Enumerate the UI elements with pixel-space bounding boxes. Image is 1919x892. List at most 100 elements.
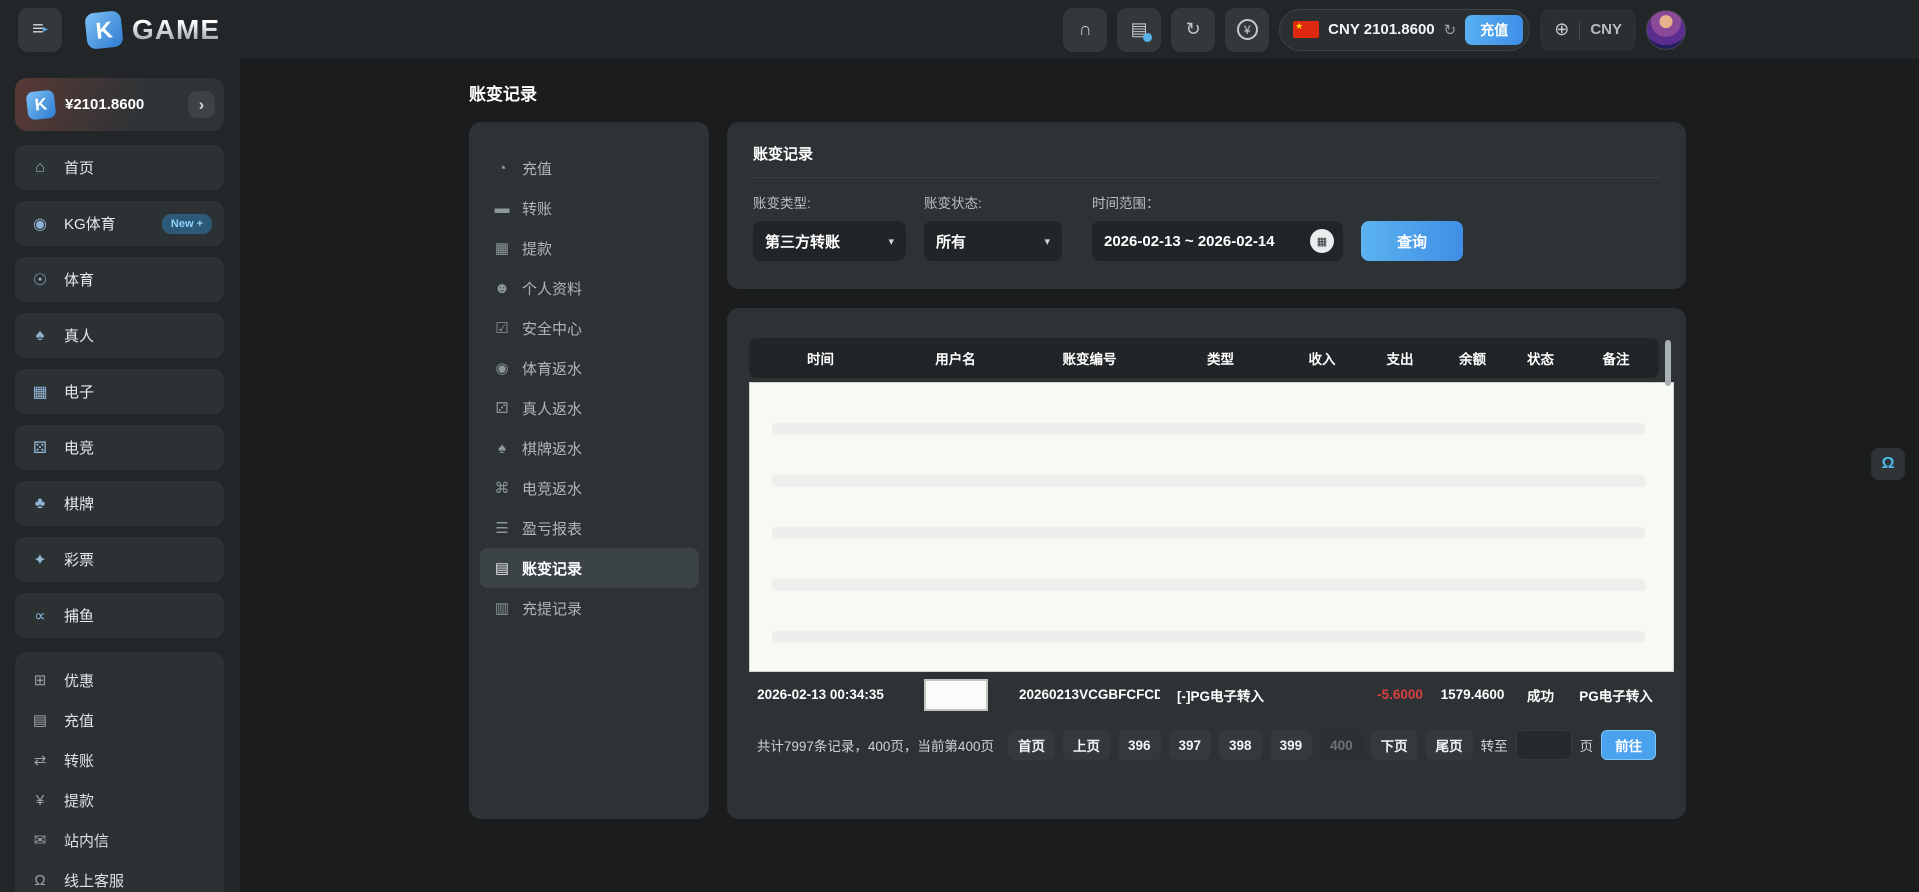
- submenu-item-sports-rebate[interactable]: ◉体育返水: [493, 348, 699, 388]
- table-header-row: 时间用户名账变编号类型收入支出余额状态备注: [749, 338, 1659, 378]
- divider: [753, 177, 1660, 178]
- scrollbar-thumb[interactable]: [1665, 340, 1671, 386]
- next-page-button[interactable]: 下页: [1371, 730, 1418, 760]
- balance-refresh-icon[interactable]: ↻: [1444, 21, 1457, 39]
- sidebar-item-label: 真人: [64, 325, 94, 346]
- sidebar-item-fishing[interactable]: ∝捕鱼: [15, 593, 224, 638]
- menu-toggle-button[interactable]: ≡ ▸: [18, 8, 62, 52]
- submenu-item-chess-rebate[interactable]: ♠棋牌返水: [493, 428, 699, 468]
- topbar-icon-group: ∩▤↻¥: [1063, 8, 1269, 52]
- panel-title: 账变记录: [753, 143, 1660, 164]
- currency-code-label: CNY: [1590, 21, 1622, 38]
- submenu-item-account-records[interactable]: ▤账变记录: [480, 548, 699, 588]
- table-row[interactable]: 2026-02-13 00:34:3520260213VCGBFCFCDH[-]…: [749, 672, 1664, 717]
- sidebar-item-label: 电竞: [64, 437, 94, 458]
- language-currency-selector[interactable]: ⊕ CNY: [1540, 9, 1636, 51]
- submenu-item-withdraw[interactable]: ▦提款: [493, 228, 699, 268]
- submenu-item-esports-rebate[interactable]: ⌘电竞返水: [493, 468, 699, 508]
- sidebar-item-kg-sports[interactable]: ◉KG体育New +: [15, 201, 224, 246]
- sidebar-item-label: 棋牌: [64, 493, 94, 514]
- records-table-panel: 时间用户名账变编号类型收入支出余额状态备注 2026-02-13 00:34:3…: [727, 308, 1686, 819]
- lottery-icon: ✦: [29, 550, 51, 570]
- sidebar-item-slots[interactable]: ▦电子: [15, 369, 224, 414]
- first-page-button[interactable]: 首页: [1008, 730, 1055, 760]
- wallet-balance-card[interactable]: K ¥2101.8600 ›: [15, 78, 224, 131]
- page-396-button[interactable]: 396: [1118, 730, 1161, 760]
- sidebar-item-label: KG体育: [64, 213, 116, 234]
- wallet-expand-button[interactable]: ›: [188, 91, 215, 118]
- sidebar-item-label: 首页: [64, 157, 94, 178]
- ghost-row: [772, 527, 1645, 539]
- sidebar-item-deposit[interactable]: ▤充值: [15, 700, 224, 740]
- submenu-item-deposit-withdraw-records[interactable]: ▥充提记录: [493, 588, 699, 628]
- deposit-withdraw-records-icon: ▥: [493, 599, 511, 617]
- status-filter-select[interactable]: 所有 ▾: [924, 221, 1062, 261]
- cell-username: [892, 679, 1019, 711]
- fishing-icon: ∝: [29, 606, 51, 626]
- sidebar-item-esports[interactable]: ⚄电竞: [15, 425, 224, 470]
- network-signal-button[interactable]: ∩: [1063, 8, 1107, 52]
- prev-page-button[interactable]: 上页: [1063, 730, 1110, 760]
- promotions-icon: ⊞: [29, 671, 51, 689]
- wallet-button[interactable]: ▤: [1117, 8, 1161, 52]
- home-icon: ⌂: [29, 159, 51, 177]
- sidebar-item-live-casino[interactable]: ♠真人: [15, 313, 224, 358]
- page-398-button[interactable]: 398: [1219, 730, 1262, 760]
- column-header-record_no: 账变编号: [1019, 348, 1160, 368]
- sidebar-item-sports[interactable]: ☉体育: [15, 257, 224, 302]
- coin-button[interactable]: ¥: [1225, 8, 1269, 52]
- sidebar-item-label: 线上客服: [64, 870, 124, 891]
- esports-rebate-icon: ⌘: [493, 479, 511, 497]
- status-filter-label: 账变状态:: [924, 192, 1062, 212]
- sidebar-item-home[interactable]: ⌂ 首页: [15, 145, 224, 190]
- cell-expense: -5.6000: [1363, 687, 1437, 702]
- support-float-button[interactable]: Ω: [1871, 448, 1905, 480]
- pagination: 共计7997条记录，400页，当前第400页 首页上页3963973983994…: [749, 730, 1664, 760]
- ghost-row: [772, 631, 1645, 643]
- submenu-item-label: 真人返水: [522, 398, 582, 419]
- brand-logo[interactable]: K GAME: [86, 12, 220, 48]
- deposit-button[interactable]: 充值: [1465, 15, 1523, 45]
- submenu-item-deposit[interactable]: ◔充值: [493, 148, 699, 188]
- submenu-item-pnl-report[interactable]: ☰盈亏报表: [493, 508, 699, 548]
- sidebar-item-label: 电子: [64, 381, 94, 402]
- date-range-input[interactable]: 2026-02-13 ~ 2026-02-14 ▦: [1092, 221, 1343, 261]
- sidebar-item-inbox[interactable]: ✉站内信: [15, 820, 224, 860]
- sidebar-item-online-support[interactable]: Ω线上客服: [15, 860, 224, 892]
- sidebar-item-promotions[interactable]: ⊞ 优惠: [15, 660, 224, 700]
- sidebar-item-chess-cards[interactable]: ♣棋牌: [15, 481, 224, 526]
- sidebar-item-withdraw[interactable]: ¥提款: [15, 780, 224, 820]
- page-title: 账变记录: [469, 80, 1919, 105]
- last-page-button[interactable]: 尾页: [1426, 730, 1473, 760]
- sports-icon: ☉: [29, 270, 51, 290]
- sidebar-item-lottery[interactable]: ✦彩票: [15, 537, 224, 582]
- ghost-row: [772, 579, 1645, 591]
- transfer-icon: ▬: [493, 200, 511, 217]
- user-avatar[interactable]: [1646, 10, 1686, 50]
- kg-sports-icon: ◉: [29, 214, 51, 234]
- submenu-item-label: 个人资料: [522, 278, 582, 299]
- submenu-item-live-rebate[interactable]: ⚂真人返水: [493, 388, 699, 428]
- page-399-button[interactable]: 399: [1270, 730, 1313, 760]
- profile-icon: ☻: [493, 280, 511, 297]
- submenu-item-profile[interactable]: ☻ 个人资料: [493, 268, 699, 308]
- column-header-balance: 余额: [1437, 348, 1508, 368]
- currency-balance-pill[interactable]: ★ CNY 2101.8600 ↻ 充值: [1279, 9, 1530, 51]
- sidebar-item-transfer[interactable]: ⇄转账: [15, 740, 224, 780]
- calendar-icon[interactable]: ▦: [1310, 229, 1334, 253]
- submenu-item-transfer[interactable]: ▬转账: [493, 188, 699, 228]
- date-range-value: 2026-02-13 ~ 2026-02-14: [1104, 233, 1275, 250]
- go-to-page-button[interactable]: 前往: [1601, 730, 1656, 760]
- goto-page-input[interactable]: [1516, 730, 1572, 760]
- inbox-icon: ✉: [29, 831, 51, 849]
- submenu-item-security-center[interactable]: ☑安全中心: [493, 308, 699, 348]
- sync-button[interactable]: ↻: [1171, 8, 1215, 52]
- china-flag-icon: ★: [1293, 21, 1319, 38]
- query-button[interactable]: 查询: [1361, 221, 1463, 261]
- cell-status: 成功: [1508, 685, 1573, 705]
- sidebar-item-label: 优惠: [64, 670, 94, 691]
- type-filter-select[interactable]: 第三方转账 ▾: [753, 221, 906, 261]
- brand-logo-text: GAME: [132, 14, 220, 46]
- page-400-button: 400: [1320, 730, 1363, 760]
- page-397-button[interactable]: 397: [1169, 730, 1212, 760]
